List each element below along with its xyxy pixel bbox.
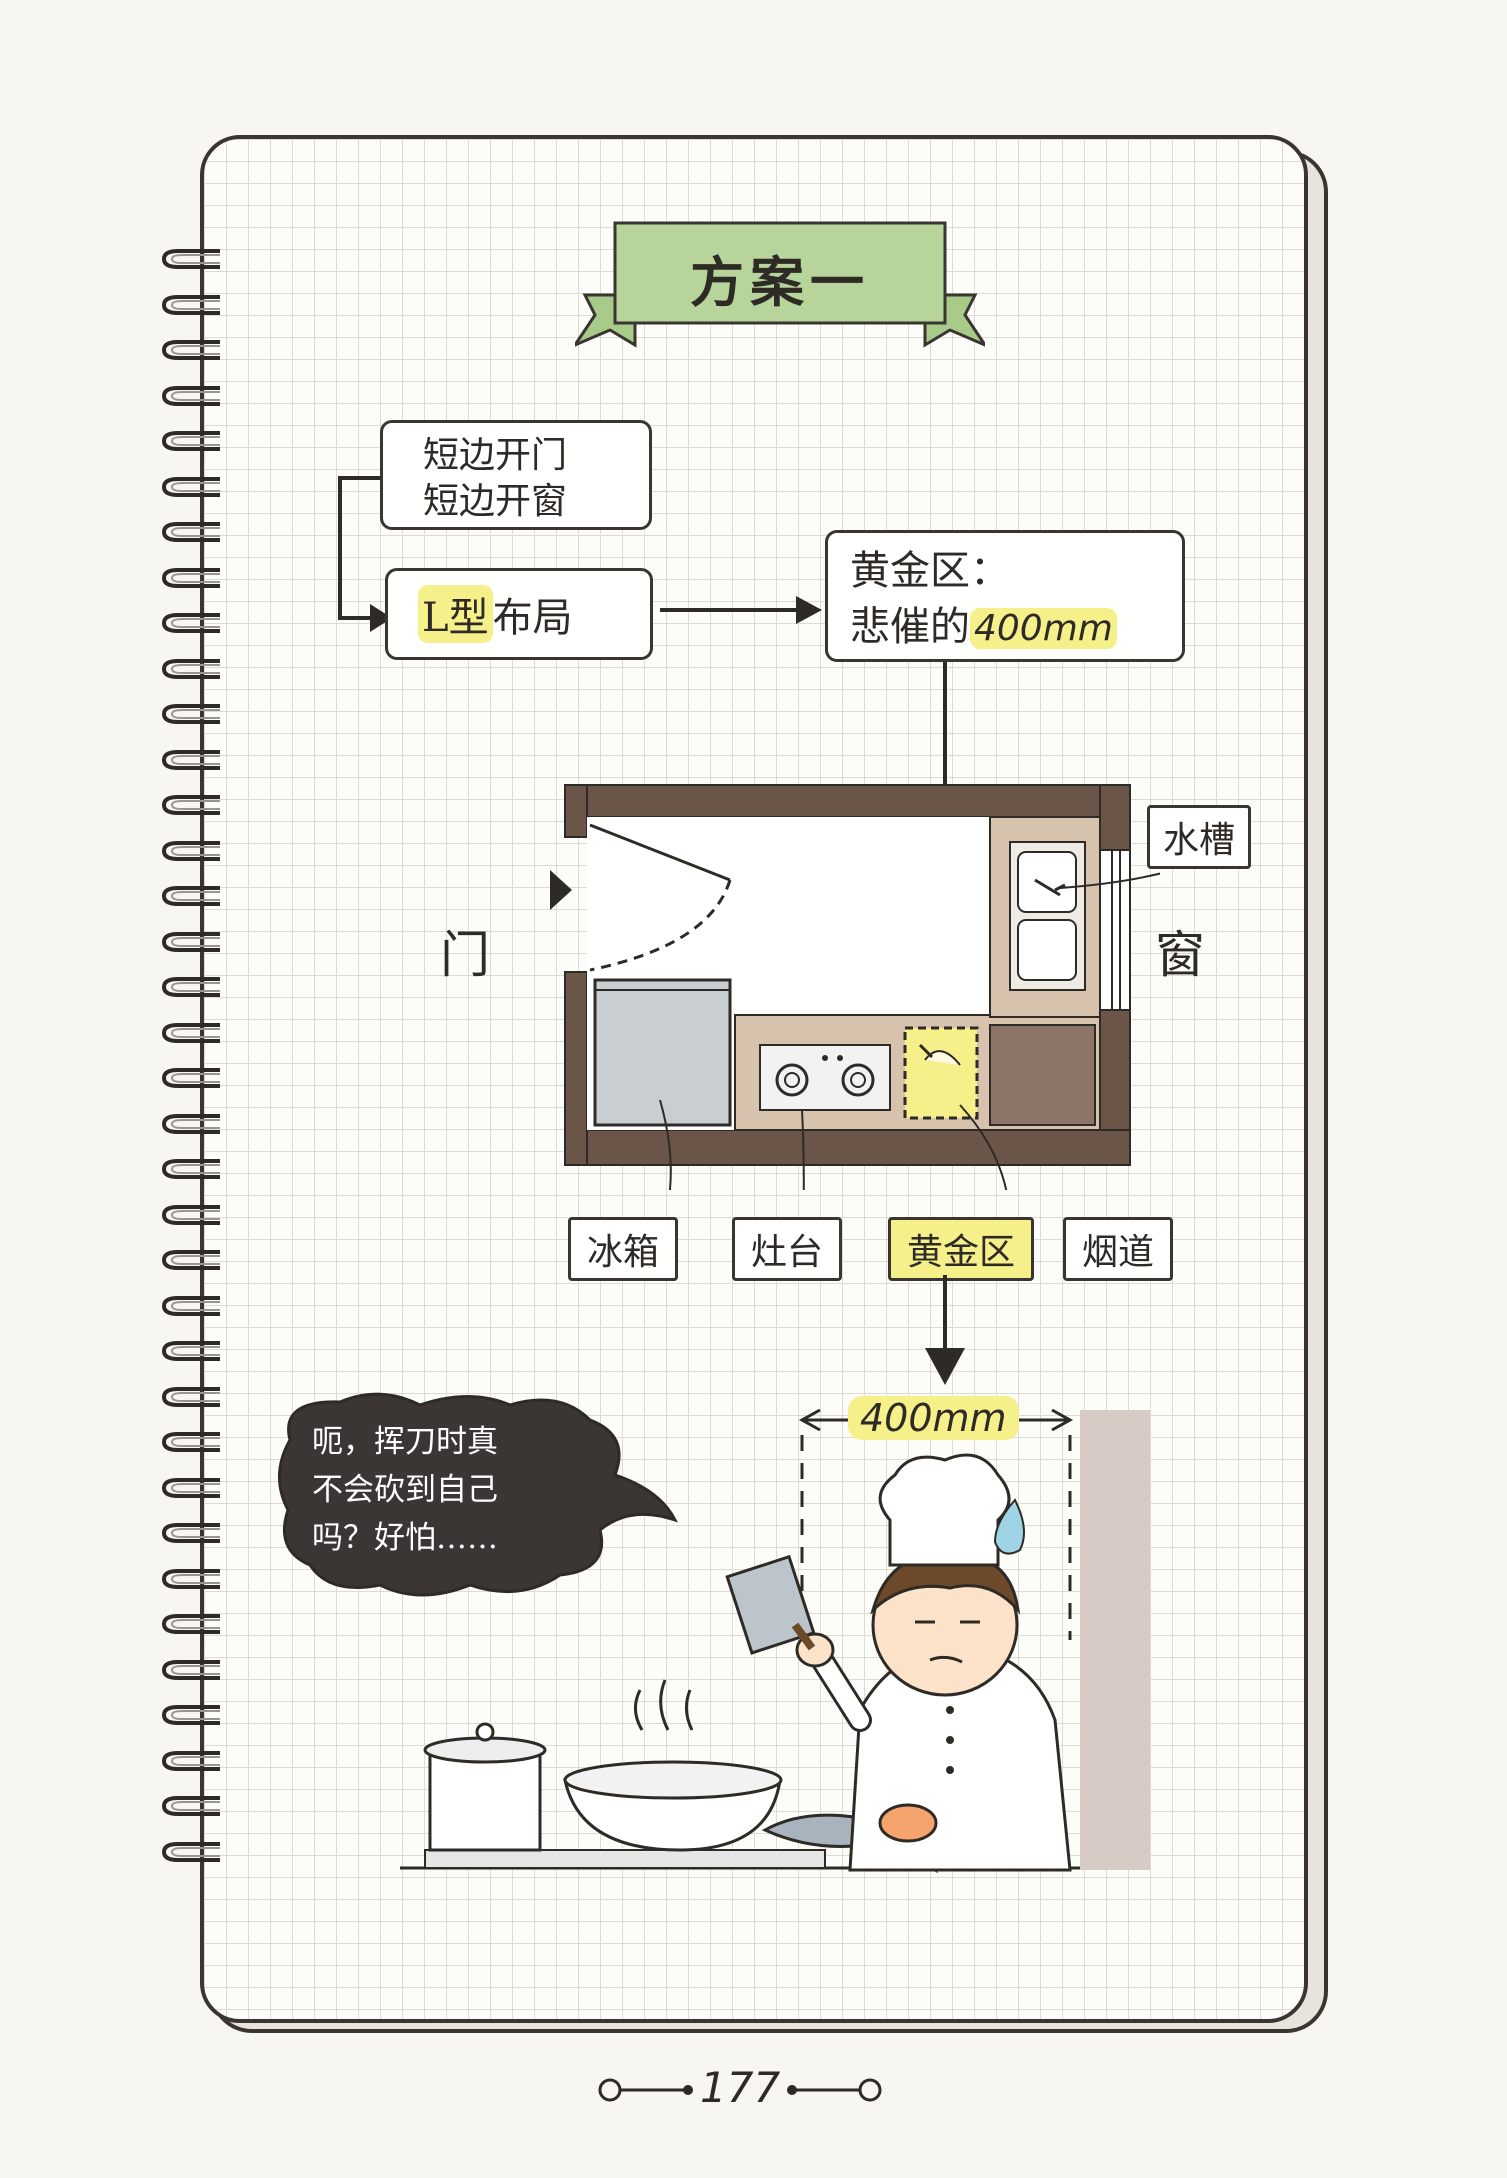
condition-line-door: 短边开门 [423, 435, 568, 476]
golden-zone-prefix: 悲催的 [850, 604, 970, 650]
spiral-ring [161, 1796, 220, 1816]
spiral-ring [161, 1841, 220, 1862]
spiral-ring [161, 1750, 220, 1771]
plan-wall-bottom [564, 1129, 1131, 1166]
layout-box: L型 布局 [385, 568, 653, 660]
door-label: 门 [440, 926, 490, 984]
spiral-ring [161, 1568, 220, 1589]
condition-line-window: 短边开窗 [423, 481, 568, 522]
golden-zone-width: 400mm [970, 608, 1117, 649]
page-number: 177 [700, 2063, 781, 2112]
spiral-ring [161, 1477, 220, 1498]
wall-column [1080, 1410, 1150, 1870]
layout-type-rest: 布局 [492, 595, 573, 641]
spiral-ring [161, 1705, 220, 1725]
golden-zone-area [903, 1026, 979, 1120]
condition-box: 短边开门 短边开窗 [380, 420, 652, 530]
layout-type-highlight: L型 [418, 585, 493, 643]
plan-wall-top [564, 784, 1126, 818]
plan-wall-left-bottom [564, 971, 588, 1166]
golden-zone-title: 黄金区： [850, 548, 1010, 594]
sink-label: 水槽 [1147, 805, 1251, 869]
plan-wall-left-top [564, 784, 588, 838]
flue-label: 烟道 [1063, 1217, 1173, 1281]
door-entry-triangle [550, 870, 572, 910]
stove [759, 1044, 891, 1111]
plan-window [1099, 849, 1131, 1011]
spiral-ring [161, 1523, 220, 1543]
spiral-ring [161, 1432, 220, 1452]
chef-hat [878, 1453, 1011, 1567]
spiral-ring [161, 1614, 220, 1634]
fridge [593, 978, 732, 1127]
stove-label: 灶台 [732, 1217, 842, 1281]
spiral-ring [161, 1659, 220, 1680]
arrow-to-cartoon [925, 1275, 965, 1385]
pot [428, 1748, 542, 1852]
flue [989, 1024, 1096, 1126]
kitchen-floor-plan [550, 784, 1160, 1190]
stove-top [424, 1849, 826, 1869]
fridge-label: 冰箱 [568, 1217, 678, 1281]
window-label: 窗 [1155, 926, 1205, 984]
chef-illustration [400, 1410, 1150, 1874]
flow-connectors [338, 476, 962, 1024]
golden-zone-box: 黄金区： 悲催的 400mm [825, 530, 1185, 662]
